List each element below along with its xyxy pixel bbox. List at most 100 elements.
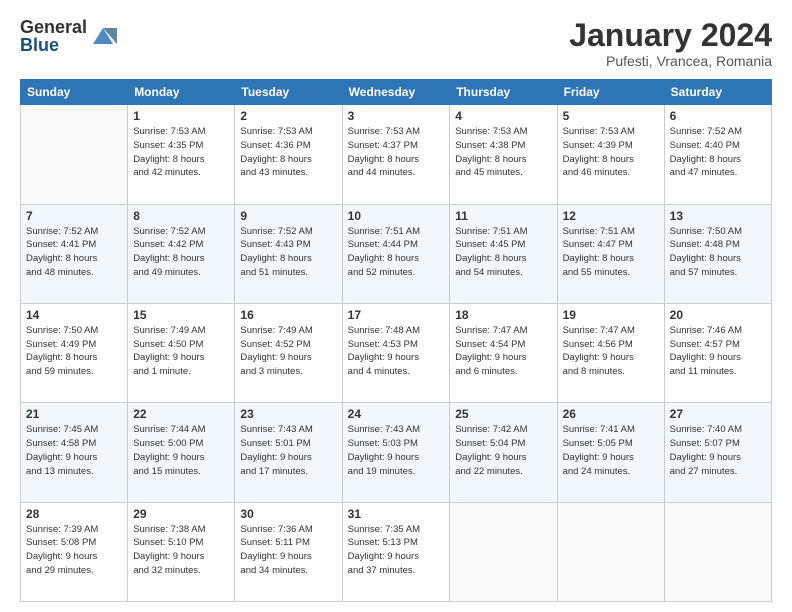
day-number: 22 [133, 407, 229, 421]
day-number: 31 [348, 507, 445, 521]
day-info: Sunrise: 7:47 AM Sunset: 4:56 PM Dayligh… [563, 324, 659, 379]
day-info: Sunrise: 7:39 AM Sunset: 5:08 PM Dayligh… [26, 523, 122, 578]
day-number: 3 [348, 109, 445, 123]
calendar-cell: 7 Sunrise: 7:52 AM Sunset: 4:41 PM Daylig… [21, 204, 128, 303]
header: General Blue January 2024 Pufesti, Vranc… [20, 18, 772, 69]
day-number: 19 [563, 308, 659, 322]
subtitle: Pufesti, Vrancea, Romania [569, 53, 772, 69]
day-number: 10 [348, 209, 445, 223]
calendar-cell: 29Sunrise: 7:38 AM Sunset: 5:10 PM Dayli… [128, 502, 235, 601]
calendar-cell: 3 Sunrise: 7:53 AM Sunset: 4:37 PM Daylig… [342, 105, 450, 204]
week-row-4: 28 Sunrise: 7:39 AM Sunset: 5:08 PM Dayli… [21, 502, 772, 601]
day-info: Sunrise: 7:43 AM Sunset: 5:01 PM Dayligh… [240, 423, 336, 478]
weekday-header-saturday: Saturday [664, 80, 771, 105]
calendar-cell: 13Sunrise: 7:50 AM Sunset: 4:48 PM Dayli… [664, 204, 771, 303]
day-info: Sunrise: 7:53 AM Sunset: 4:38 PM Dayligh… [455, 125, 551, 180]
weekday-header-monday: Monday [128, 80, 235, 105]
calendar-cell: 10 Sunrise: 7:51 AM Sunset: 4:44 PM Dayli… [342, 204, 450, 303]
day-info: Sunrise: 7:51 AM Sunset: 4:45 PM Dayligh… [455, 225, 551, 280]
calendar-cell: 5 Sunrise: 7:53 AM Sunset: 4:39 PM Daylig… [557, 105, 664, 204]
day-number: 16 [240, 308, 336, 322]
day-info: Sunrise: 7:50 AM Sunset: 4:48 PM Dayligh… [670, 225, 766, 280]
calendar-cell: 22Sunrise: 7:44 AM Sunset: 5:00 PM Dayli… [128, 403, 235, 502]
weekday-header-sunday: Sunday [21, 80, 128, 105]
day-info: Sunrise: 7:52 AM Sunset: 4:43 PM Dayligh… [240, 225, 336, 280]
calendar-cell [450, 502, 557, 601]
day-info: Sunrise: 7:49 AM Sunset: 4:50 PM Dayligh… [133, 324, 229, 379]
day-info: Sunrise: 7:53 AM Sunset: 4:36 PM Dayligh… [240, 125, 336, 180]
logo: General Blue [20, 18, 117, 54]
day-info: Sunrise: 7:36 AM Sunset: 5:11 PM Dayligh… [240, 523, 336, 578]
day-info: Sunrise: 7:45 AM Sunset: 4:58 PM Dayligh… [26, 423, 122, 478]
day-number: 24 [348, 407, 445, 421]
logo-general-text: General [20, 18, 87, 36]
calendar-cell: 1 Sunrise: 7:53 AM Sunset: 4:35 PM Daylig… [128, 105, 235, 204]
calendar-cell: 20Sunrise: 7:46 AM Sunset: 4:57 PM Dayli… [664, 303, 771, 402]
day-info: Sunrise: 7:52 AM Sunset: 4:41 PM Dayligh… [26, 225, 122, 280]
day-info: Sunrise: 7:50 AM Sunset: 4:49 PM Dayligh… [26, 324, 122, 379]
day-number: 9 [240, 209, 336, 223]
day-info: Sunrise: 7:51 AM Sunset: 4:47 PM Dayligh… [563, 225, 659, 280]
day-info: Sunrise: 7:51 AM Sunset: 4:44 PM Dayligh… [348, 225, 445, 280]
day-number: 11 [455, 209, 551, 223]
week-row-1: 7 Sunrise: 7:52 AM Sunset: 4:41 PM Daylig… [21, 204, 772, 303]
day-info: Sunrise: 7:40 AM Sunset: 5:07 PM Dayligh… [670, 423, 766, 478]
calendar-cell: 6 Sunrise: 7:52 AM Sunset: 4:40 PM Daylig… [664, 105, 771, 204]
day-number: 17 [348, 308, 445, 322]
logo-icon [89, 22, 117, 50]
day-number: 15 [133, 308, 229, 322]
day-number: 27 [670, 407, 766, 421]
day-info: Sunrise: 7:52 AM Sunset: 4:40 PM Dayligh… [670, 125, 766, 180]
calendar-cell: 25 Sunrise: 7:42 AM Sunset: 5:04 PM Dayli… [450, 403, 557, 502]
calendar-cell: 9 Sunrise: 7:52 AM Sunset: 4:43 PM Daylig… [235, 204, 342, 303]
day-number: 6 [670, 109, 766, 123]
month-title: January 2024 [569, 18, 772, 53]
day-number: 26 [563, 407, 659, 421]
week-row-2: 14 Sunrise: 7:50 AM Sunset: 4:49 PM Dayli… [21, 303, 772, 402]
day-info: Sunrise: 7:53 AM Sunset: 4:37 PM Dayligh… [348, 125, 445, 180]
day-info: Sunrise: 7:47 AM Sunset: 4:54 PM Dayligh… [455, 324, 551, 379]
day-info: Sunrise: 7:41 AM Sunset: 5:05 PM Dayligh… [563, 423, 659, 478]
day-number: 20 [670, 308, 766, 322]
calendar-cell: 17Sunrise: 7:48 AM Sunset: 4:53 PM Dayli… [342, 303, 450, 402]
calendar-cell: 4Sunrise: 7:53 AM Sunset: 4:38 PM Daylig… [450, 105, 557, 204]
weekday-header-tuesday: Tuesday [235, 80, 342, 105]
week-row-0: 1 Sunrise: 7:53 AM Sunset: 4:35 PM Daylig… [21, 105, 772, 204]
day-number: 18 [455, 308, 551, 322]
calendar-cell [557, 502, 664, 601]
day-number: 12 [563, 209, 659, 223]
day-info: Sunrise: 7:43 AM Sunset: 5:03 PM Dayligh… [348, 423, 445, 478]
day-number: 1 [133, 109, 229, 123]
day-number: 5 [563, 109, 659, 123]
calendar-cell [21, 105, 128, 204]
calendar-table: SundayMondayTuesdayWednesdayThursdayFrid… [20, 79, 772, 602]
day-number: 8 [133, 209, 229, 223]
day-number: 25 [455, 407, 551, 421]
week-row-3: 21 Sunrise: 7:45 AM Sunset: 4:58 PM Dayli… [21, 403, 772, 502]
calendar-cell: 30 Sunrise: 7:36 AM Sunset: 5:11 PM Dayli… [235, 502, 342, 601]
day-number: 30 [240, 507, 336, 521]
day-number: 2 [240, 109, 336, 123]
day-info: Sunrise: 7:42 AM Sunset: 5:04 PM Dayligh… [455, 423, 551, 478]
title-block: January 2024 Pufesti, Vrancea, Romania [569, 18, 772, 69]
calendar-cell: 31 Sunrise: 7:35 AM Sunset: 5:13 PM Dayli… [342, 502, 450, 601]
calendar-cell: 18 Sunrise: 7:47 AM Sunset: 4:54 PM Dayli… [450, 303, 557, 402]
calendar-cell [664, 502, 771, 601]
calendar-cell: 15 Sunrise: 7:49 AM Sunset: 4:50 PM Dayli… [128, 303, 235, 402]
weekday-header-friday: Friday [557, 80, 664, 105]
calendar-cell: 24 Sunrise: 7:43 AM Sunset: 5:03 PM Dayli… [342, 403, 450, 502]
day-info: Sunrise: 7:53 AM Sunset: 4:35 PM Dayligh… [133, 125, 229, 180]
calendar-cell: 12 Sunrise: 7:51 AM Sunset: 4:47 PM Dayli… [557, 204, 664, 303]
calendar-cell: 19 Sunrise: 7:47 AM Sunset: 4:56 PM Dayli… [557, 303, 664, 402]
day-info: Sunrise: 7:38 AM Sunset: 5:10 PM Dayligh… [133, 523, 229, 578]
day-number: 14 [26, 308, 122, 322]
day-number: 21 [26, 407, 122, 421]
day-number: 7 [26, 209, 122, 223]
day-info: Sunrise: 7:53 AM Sunset: 4:39 PM Dayligh… [563, 125, 659, 180]
calendar-cell: 11 Sunrise: 7:51 AM Sunset: 4:45 PM Dayli… [450, 204, 557, 303]
weekday-header-row: SundayMondayTuesdayWednesdayThursdayFrid… [21, 80, 772, 105]
weekday-header-thursday: Thursday [450, 80, 557, 105]
day-number: 28 [26, 507, 122, 521]
calendar-cell: 8Sunrise: 7:52 AM Sunset: 4:42 PM Daylig… [128, 204, 235, 303]
day-info: Sunrise: 7:35 AM Sunset: 5:13 PM Dayligh… [348, 523, 445, 578]
